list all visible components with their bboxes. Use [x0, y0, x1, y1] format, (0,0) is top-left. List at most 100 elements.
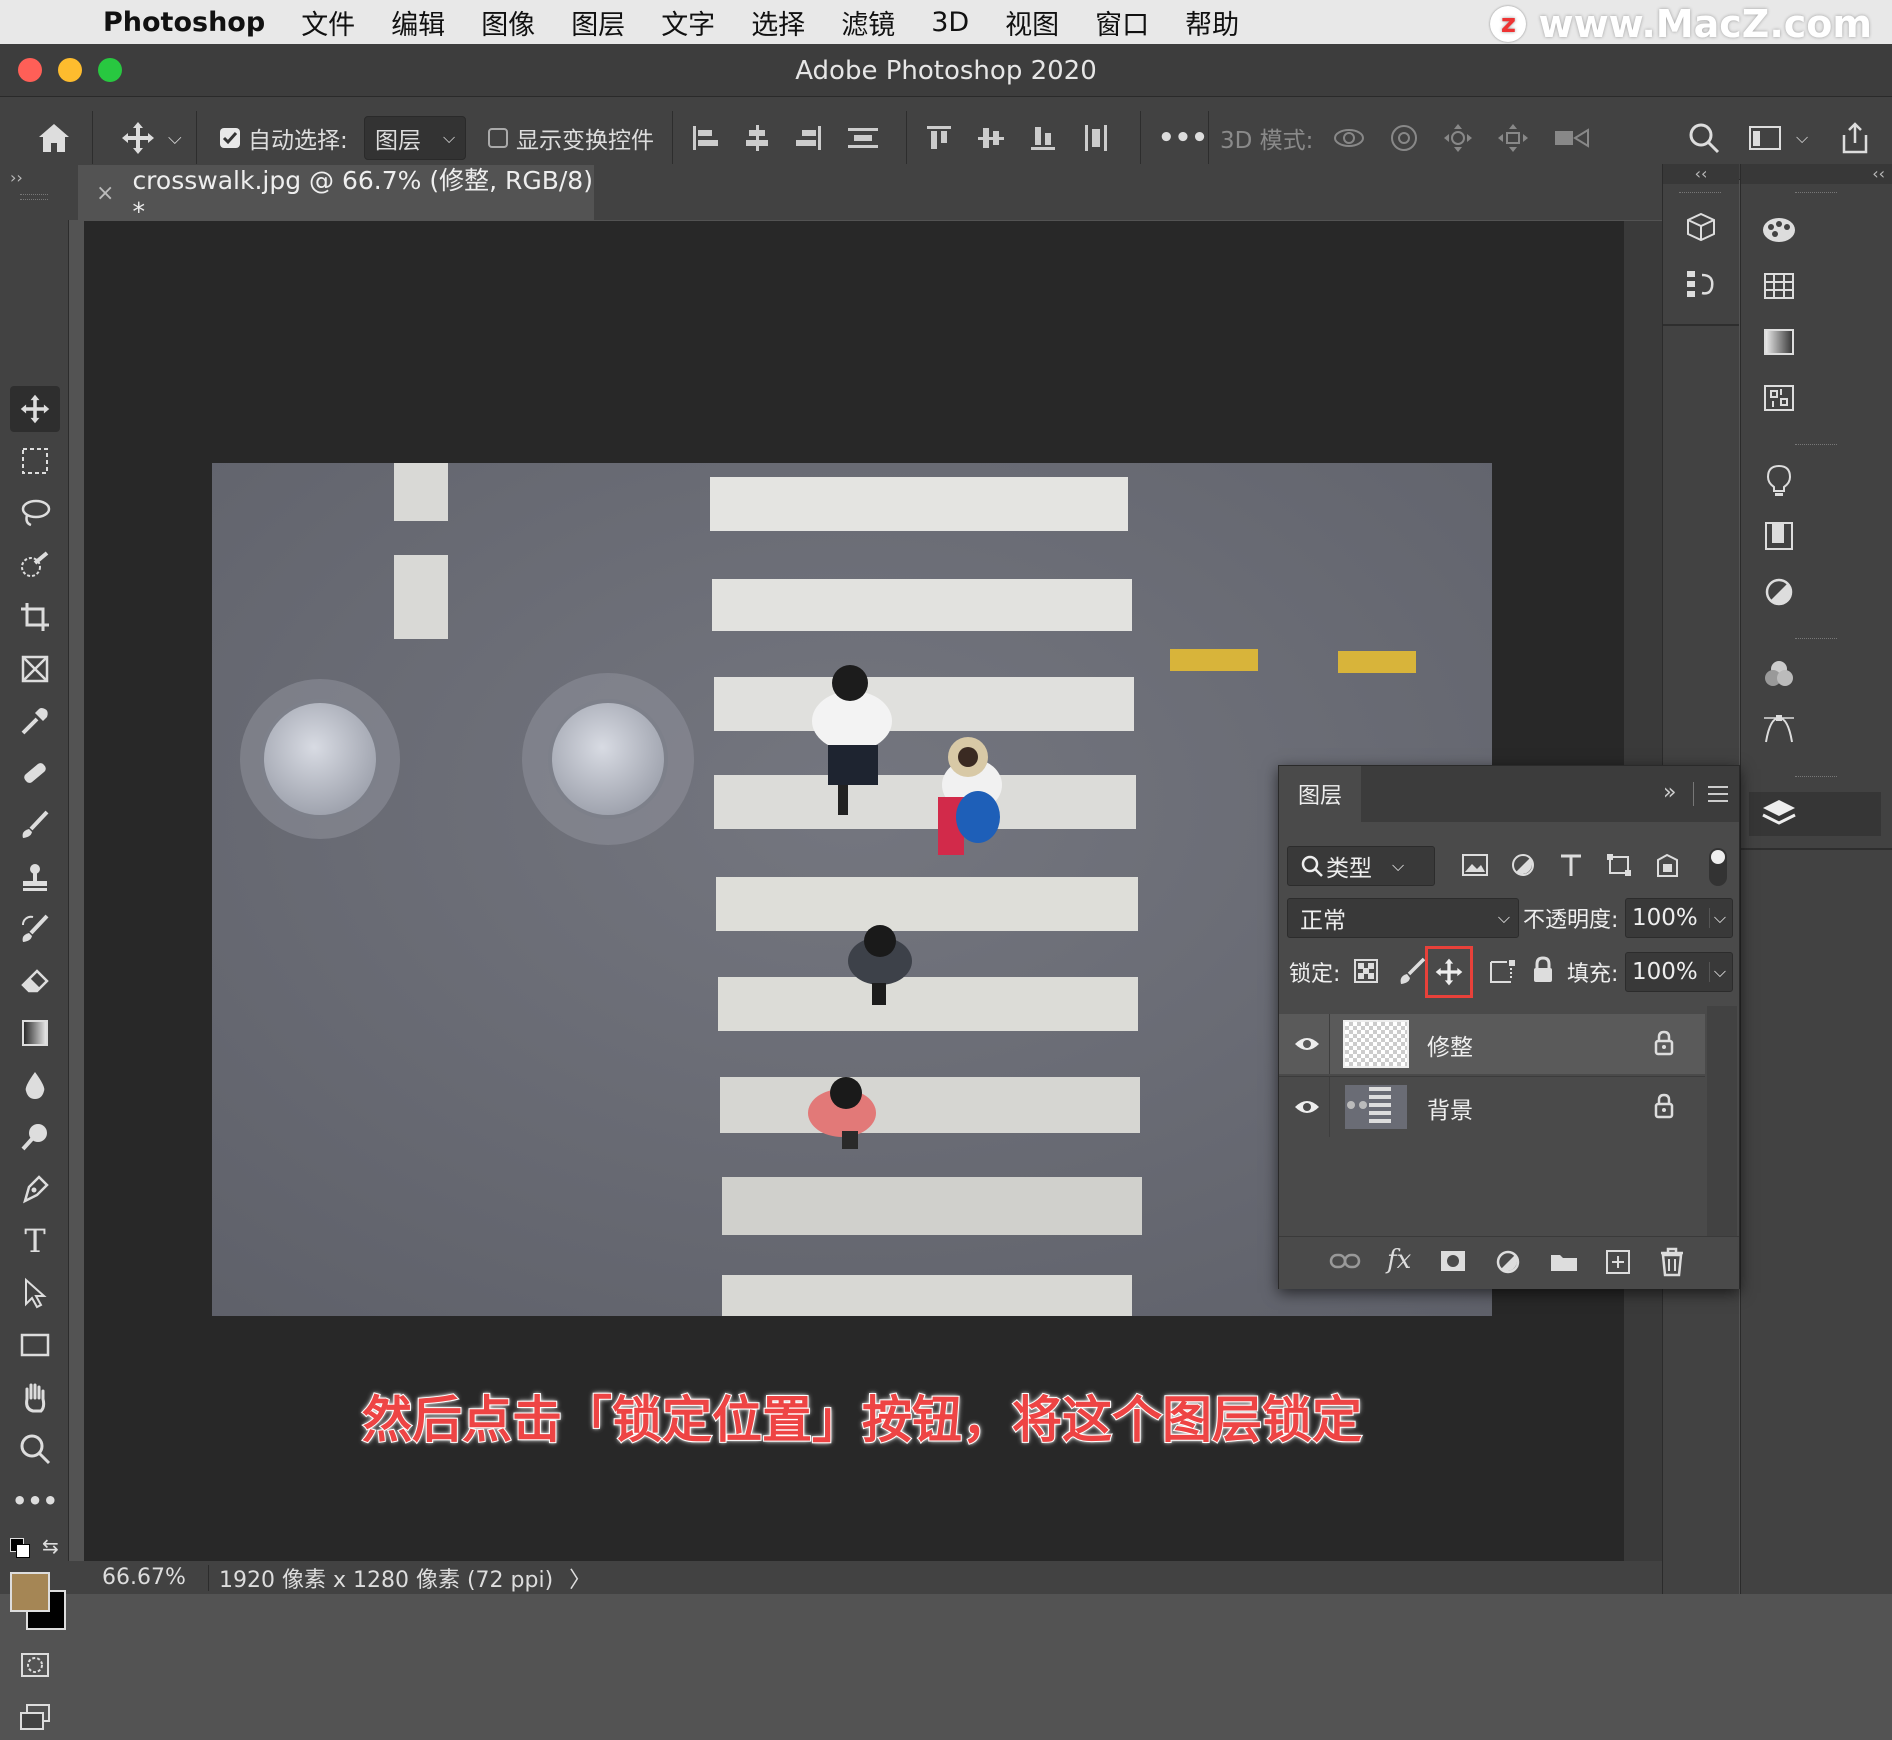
3d-pan-icon[interactable]: [1442, 122, 1474, 154]
clone-stamp-tool[interactable]: [10, 854, 60, 900]
dodge-tool[interactable]: [10, 1114, 60, 1160]
layer-style-button[interactable]: fx: [1387, 1245, 1411, 1275]
expand-toolbar-icon[interactable]: ››: [10, 168, 23, 187]
lock-artboard-button[interactable]: [1487, 958, 1517, 990]
default-colors-icon[interactable]: [10, 1538, 30, 1558]
history-brush-tool[interactable]: [10, 906, 60, 952]
brush-tool[interactable]: [10, 802, 60, 848]
gradients-panel-button[interactable]: [1759, 322, 1799, 362]
layers-panel-button[interactable]: [1749, 792, 1881, 836]
eraser-tool[interactable]: [10, 958, 60, 1004]
rectangle-tool[interactable]: [10, 1322, 60, 1368]
dock-grip[interactable]: [1795, 638, 1837, 639]
layer-filter-dropdown[interactable]: 类型 ⌵: [1287, 846, 1435, 886]
zoom-tool[interactable]: [10, 1426, 60, 1472]
layer-row-retouch[interactable]: 修整: [1279, 1014, 1705, 1074]
menu-file[interactable]: 文件: [301, 3, 355, 42]
status-menu-arrow[interactable]: 〉: [569, 1562, 591, 1594]
layers-scrollbar[interactable]: [1707, 1006, 1737, 1236]
layer-name[interactable]: 修整: [1427, 1028, 1473, 1062]
menu-layer[interactable]: 图层: [571, 3, 625, 42]
edit-toolbar-button[interactable]: •••: [10, 1478, 60, 1524]
menu-select[interactable]: 选择: [751, 3, 805, 42]
crop-tool[interactable]: [10, 594, 60, 640]
3d-camera-icon[interactable]: [1552, 123, 1592, 153]
dock-grip[interactable]: [1679, 192, 1721, 193]
layer-visibility-toggle[interactable]: [1293, 1097, 1321, 1121]
marquee-tool[interactable]: [10, 438, 60, 484]
blur-tool[interactable]: [10, 1062, 60, 1108]
color-panel-button[interactable]: [1759, 210, 1799, 250]
filter-adjustment-icon[interactable]: [1509, 852, 1537, 878]
dock-grip[interactable]: [1795, 776, 1837, 777]
healing-brush-tool[interactable]: [10, 750, 60, 796]
lock-position-button[interactable]: [1425, 946, 1473, 998]
align-top-icon[interactable]: [924, 123, 954, 153]
lock-all-button[interactable]: [1531, 956, 1555, 988]
new-group-button[interactable]: [1549, 1251, 1579, 1277]
align-bottom-icon[interactable]: [1028, 123, 1058, 153]
new-adjustment-layer-button[interactable]: [1495, 1249, 1523, 1281]
history-panel-button[interactable]: [1681, 264, 1721, 304]
hand-tool[interactable]: [10, 1374, 60, 1420]
paths-panel-button[interactable]: [1759, 710, 1799, 750]
blend-mode-dropdown[interactable]: 正常 ⌵: [1287, 898, 1519, 938]
3d-panel-button[interactable]: [1681, 208, 1721, 248]
zoom-level[interactable]: 66.67%: [102, 1565, 198, 1590]
distribute-horizontal-icon[interactable]: [1080, 123, 1114, 153]
menu-edit[interactable]: 编辑: [391, 3, 445, 42]
fill-field[interactable]: 100% ⌵: [1625, 952, 1733, 992]
new-layer-button[interactable]: [1605, 1249, 1631, 1279]
channels-panel-button[interactable]: [1759, 654, 1799, 694]
type-tool[interactable]: T: [10, 1218, 60, 1264]
menu-app-name[interactable]: Photoshop: [103, 7, 265, 38]
align-horizontal-center-icon[interactable]: [742, 123, 772, 153]
3d-orbit-icon[interactable]: [1332, 123, 1366, 153]
learn-panel-button[interactable]: [1759, 460, 1799, 500]
opacity-field[interactable]: 100% ⌵: [1625, 898, 1733, 938]
patterns-panel-button[interactable]: [1759, 378, 1799, 418]
layers-tab[interactable]: 图层: [1279, 766, 1361, 822]
menu-help[interactable]: 帮助: [1185, 3, 1239, 42]
lasso-tool[interactable]: [10, 490, 60, 536]
dock-grip[interactable]: [1795, 444, 1837, 445]
quick-mask-button[interactable]: [10, 1642, 60, 1688]
menu-filter[interactable]: 滤镜: [841, 3, 895, 42]
align-vertical-center-icon[interactable]: [976, 123, 1006, 153]
filter-type-icon[interactable]: [1557, 852, 1585, 878]
collapse-dock-icon[interactable]: ‹‹: [1663, 164, 1739, 184]
layer-name[interactable]: 背景: [1427, 1091, 1473, 1125]
dock-grip[interactable]: [1795, 192, 1837, 193]
lock-transparent-pixels-button[interactable]: [1353, 958, 1379, 988]
delete-layer-button[interactable]: [1659, 1247, 1685, 1281]
collapse-panel-icon[interactable]: »: [1663, 780, 1676, 805]
lock-image-pixels-button[interactable]: [1397, 956, 1427, 990]
gradient-tool[interactable]: [10, 1010, 60, 1056]
link-layers-button[interactable]: [1329, 1251, 1361, 1275]
distribute-vertical-icon[interactable]: [846, 123, 880, 153]
screen-mode-button[interactable]: [10, 1694, 60, 1740]
align-left-icon[interactable]: [690, 123, 720, 153]
menu-image[interactable]: 图像: [481, 3, 535, 42]
filter-toggle[interactable]: [1709, 848, 1727, 886]
pen-tool[interactable]: [10, 1166, 60, 1212]
libraries-panel-button[interactable]: [1759, 516, 1799, 556]
collapse-dock-icon[interactable]: ‹‹: [1741, 164, 1892, 184]
3d-slide-icon[interactable]: [1496, 122, 1530, 154]
eyedropper-tool[interactable]: [10, 698, 60, 744]
layer-row-background[interactable]: 背景: [1279, 1076, 1705, 1137]
close-tab-button[interactable]: ×: [96, 181, 114, 206]
filter-pixel-icon[interactable]: [1461, 852, 1489, 878]
document-tab[interactable]: × crosswalk.jpg @ 66.7% (修整, RGB/8) *: [78, 165, 594, 226]
adjustments-panel-button[interactable]: [1759, 572, 1799, 612]
menu-view[interactable]: 视图: [1005, 3, 1059, 42]
quick-selection-tool[interactable]: [10, 542, 60, 588]
menu-window[interactable]: 窗口: [1095, 3, 1149, 42]
panel-menu-button[interactable]: [1707, 784, 1729, 808]
menu-type[interactable]: 文字: [661, 3, 715, 42]
swap-colors-icon[interactable]: ⇆: [42, 1534, 59, 1558]
menu-3d[interactable]: 3D: [931, 7, 969, 38]
path-selection-tool[interactable]: [10, 1270, 60, 1316]
3d-roll-icon[interactable]: [1388, 122, 1420, 154]
layer-visibility-toggle[interactable]: [1293, 1034, 1321, 1058]
